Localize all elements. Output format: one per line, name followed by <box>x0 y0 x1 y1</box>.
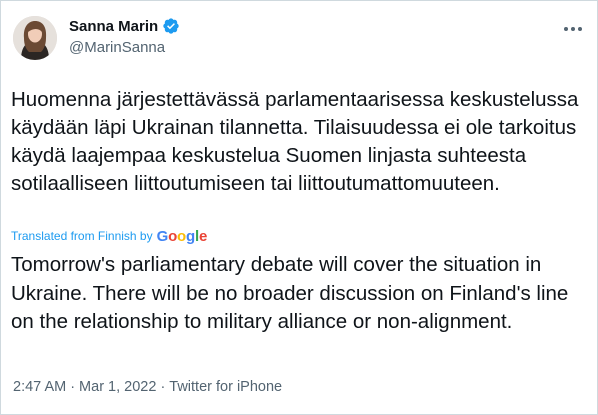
tweet-text: Huomenna järjestettävässä parlamentaaris… <box>11 88 579 195</box>
author-display-name[interactable]: Sanna Marin <box>69 18 158 35</box>
avatar[interactable] <box>13 16 57 60</box>
verified-badge-icon <box>162 17 180 35</box>
tweet-date[interactable]: Mar 1, 2022 <box>79 379 156 395</box>
tweet-source[interactable]: Twitter for iPhone <box>169 379 282 395</box>
avatar-photo <box>13 16 57 60</box>
meta-separator: · <box>160 379 166 395</box>
tweet-time[interactable]: 2:47 AM <box>13 379 66 395</box>
more-options-icon[interactable] <box>563 21 583 32</box>
google-logo: Google <box>156 227 208 245</box>
translated-label: Translated from Finnish by <box>11 229 153 243</box>
name-row: Sanna Marin <box>69 15 180 37</box>
tweet-card: Sanna Marin @MarinSanna Huomenna järjest… <box>0 0 598 415</box>
tweet-meta: 2:47 AM · Mar 1, 2022 · Twitter for iPho… <box>13 379 282 395</box>
author-block: Sanna Marin @MarinSanna <box>69 15 180 56</box>
author-handle[interactable]: @MarinSanna <box>69 39 180 56</box>
translation-attribution[interactable]: Translated from Finnish by Google <box>11 227 208 245</box>
translated-text: Tomorrow's parliamentary debate will cov… <box>11 253 569 333</box>
meta-separator: · <box>70 379 76 395</box>
